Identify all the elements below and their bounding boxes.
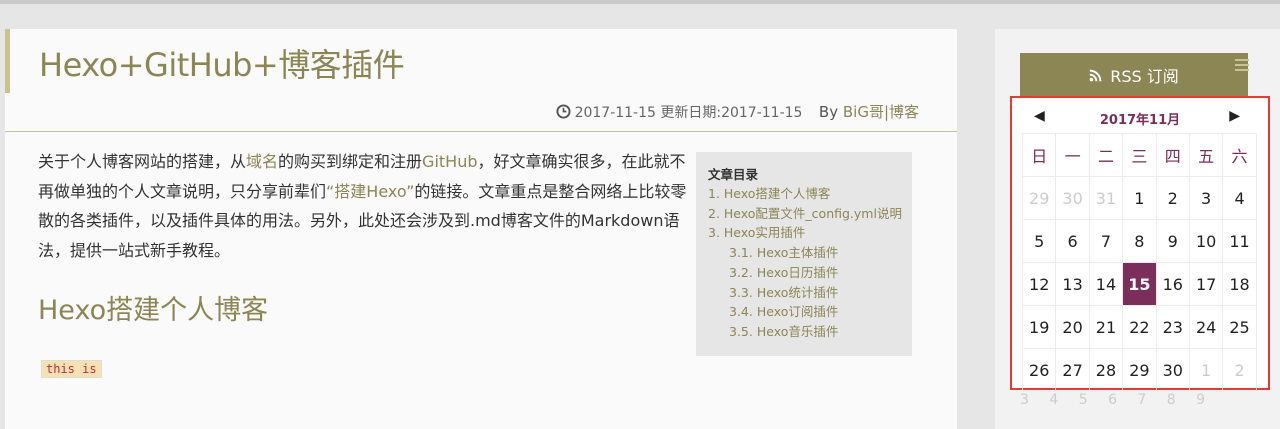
post-meta: 2017-11-15 更新日期:2017-11-15 By BiG哥|博客 <box>556 101 919 123</box>
table-of-contents: 文章目录 1. Hexo搭建个人博客 2. Hexo配置文件_config.yml… <box>696 152 912 356</box>
calendar-day[interactable]: 6 <box>1055 219 1090 263</box>
calendar-week: 19 20 21 22 23 24 25 <box>1021 305 1257 349</box>
calendar-day[interactable]: 2 <box>1155 176 1190 220</box>
weekday-header: 四 <box>1155 133 1190 177</box>
weekday-header: 三 <box>1122 133 1157 177</box>
toc-item[interactable]: 3.5. Hexo音乐插件 <box>708 322 902 342</box>
rss-subscribe-button[interactable]: RSS 订阅 <box>1020 53 1248 97</box>
calendar-day[interactable]: 14 <box>1088 262 1124 306</box>
calendar-day[interactable]: 16 <box>1155 262 1190 306</box>
calendar-day[interactable]: 18 <box>1222 262 1257 306</box>
menu-icon[interactable] <box>1235 56 1249 75</box>
weekday-header: 二 <box>1088 133 1124 177</box>
post-title: Hexo+GitHub+博客插件 <box>39 46 405 84</box>
toc-item[interactable]: 3.2. Hexo日历插件 <box>708 263 902 283</box>
hexo-link[interactable]: “搭建Hexo” <box>326 182 414 201</box>
calendar-day[interactable]: 8 <box>1122 219 1157 263</box>
calendar-day[interactable]: 23 <box>1155 305 1190 349</box>
calendar-day[interactable]: 9 <box>1155 219 1190 263</box>
toc-item[interactable]: 1. Hexo搭建个人博客 <box>708 184 902 204</box>
toc-item[interactable]: 3.1. Hexo主体插件 <box>708 243 902 263</box>
calendar-day[interactable]: 19 <box>1021 305 1057 349</box>
calendar-day[interactable]: 7 <box>1088 219 1124 263</box>
calendar-day[interactable]: 4 <box>1222 176 1257 220</box>
calendar-week: 29 30 31 1 2 3 4 <box>1021 176 1257 220</box>
calendar-day[interactable]: 21 <box>1088 305 1124 349</box>
calendar-day[interactable]: 28 <box>1088 348 1124 392</box>
calendar-day[interactable]: 27 <box>1055 348 1090 392</box>
calendar-day[interactable]: 30 <box>1055 176 1090 220</box>
weekday-header: 五 <box>1188 133 1224 177</box>
calendar-day[interactable]: 5 <box>1021 219 1057 263</box>
calendar-day[interactable]: 25 <box>1222 305 1257 349</box>
toc-item[interactable]: 3.3. Hexo统计插件 <box>708 283 902 303</box>
weekday-header: 六 <box>1222 133 1257 177</box>
code-snippet: this is <box>41 360 102 378</box>
toc-item[interactable]: 3. Hexo实用插件 <box>708 223 902 243</box>
toc-item[interactable]: 2. Hexo配置文件_config.yml说明 <box>708 204 902 224</box>
calendar-day[interactable]: 20 <box>1055 305 1090 349</box>
calendar-header: ◀ 2017年11月 ▶ <box>1012 98 1268 134</box>
calendar-day[interactable]: 1 <box>1188 348 1224 392</box>
calendar-week: 12 13 14 15 16 17 18 <box>1021 262 1257 306</box>
post-author: By BiG哥|博客 <box>819 103 919 121</box>
toc-item[interactable]: 3.4. Hexo订阅插件 <box>708 302 902 322</box>
calendar-day[interactable]: 31 <box>1088 176 1124 220</box>
intro-text: 关于个人博客网站的搭建，从 <box>38 152 247 171</box>
calendar-day[interactable]: 29 <box>1021 176 1057 220</box>
calendar-day[interactable]: 22 <box>1122 305 1157 349</box>
calendar-day[interactable]: 13 <box>1055 262 1090 306</box>
toc-list: 1. Hexo搭建个人博客 2. Hexo配置文件_config.yml说明 3. … <box>708 184 902 342</box>
calendar-day[interactable]: 29 <box>1122 348 1157 392</box>
toc-title: 文章目录 <box>708 167 759 182</box>
calendar-next-row: 3 4 5 6 7 8 9 <box>1020 392 1206 408</box>
weekday-header: 日 <box>1021 133 1057 177</box>
domain-link[interactable]: 域名 <box>246 152 278 171</box>
weekday-header: 一 <box>1055 133 1090 177</box>
calendar-grid: 日一二三四五六 29 30 31 1 2 3 4 5 6 7 8 9 10 11 12 13 14 15 16 17 18… <box>1021 133 1257 392</box>
author-link[interactable]: BiG哥|博客 <box>843 103 919 121</box>
calendar-day[interactable]: 11 <box>1222 219 1257 263</box>
calendar-day[interactable]: 3 <box>1188 176 1224 220</box>
calendar-day[interactable]: 24 <box>1188 305 1224 349</box>
calendar-day[interactable]: 2 <box>1222 348 1257 392</box>
rss-label: RSS 订阅 <box>1110 67 1179 86</box>
calendar-day[interactable]: 1 <box>1122 176 1157 220</box>
calendar-day-today[interactable]: 15 <box>1122 262 1157 306</box>
top-bar <box>0 0 1280 4</box>
calendar-day[interactable]: 10 <box>1188 219 1224 263</box>
intro-text: 的购买到绑定和注册 <box>278 152 423 171</box>
calendar-day[interactable]: 17 <box>1188 262 1224 306</box>
section-heading: Hexo搭建个人博客 <box>38 295 269 326</box>
calendar-week: 5 6 7 8 9 10 11 <box>1021 219 1257 263</box>
post-intro: 关于个人博客网站的搭建，从域名的购买到绑定和注册GitHub，好文章确实很多，在… <box>38 147 688 265</box>
calendar-widget: ◀ 2017年11月 ▶ 日一二三四五六 29 30 31 1 2 3 4 5 6 7 8 9 10 11 1… <box>1010 96 1270 392</box>
calendar-week: 26 27 28 29 30 1 2 <box>1021 348 1257 392</box>
next-month-icon[interactable]: ▶ <box>1229 108 1240 124</box>
calendar-day[interactable]: 26 <box>1021 348 1057 392</box>
rss-icon <box>1089 69 1102 81</box>
title-divider <box>5 131 957 132</box>
title-accent-bar <box>5 29 10 93</box>
github-link[interactable]: GitHub <box>422 152 477 171</box>
calendar-day[interactable]: 30 <box>1155 348 1190 392</box>
by-label: By <box>818 103 839 121</box>
clock-icon <box>556 104 571 123</box>
calendar-day[interactable]: 12 <box>1021 262 1057 306</box>
post-date: 2017-11-15 更新日期:2017-11-15 <box>574 105 803 121</box>
